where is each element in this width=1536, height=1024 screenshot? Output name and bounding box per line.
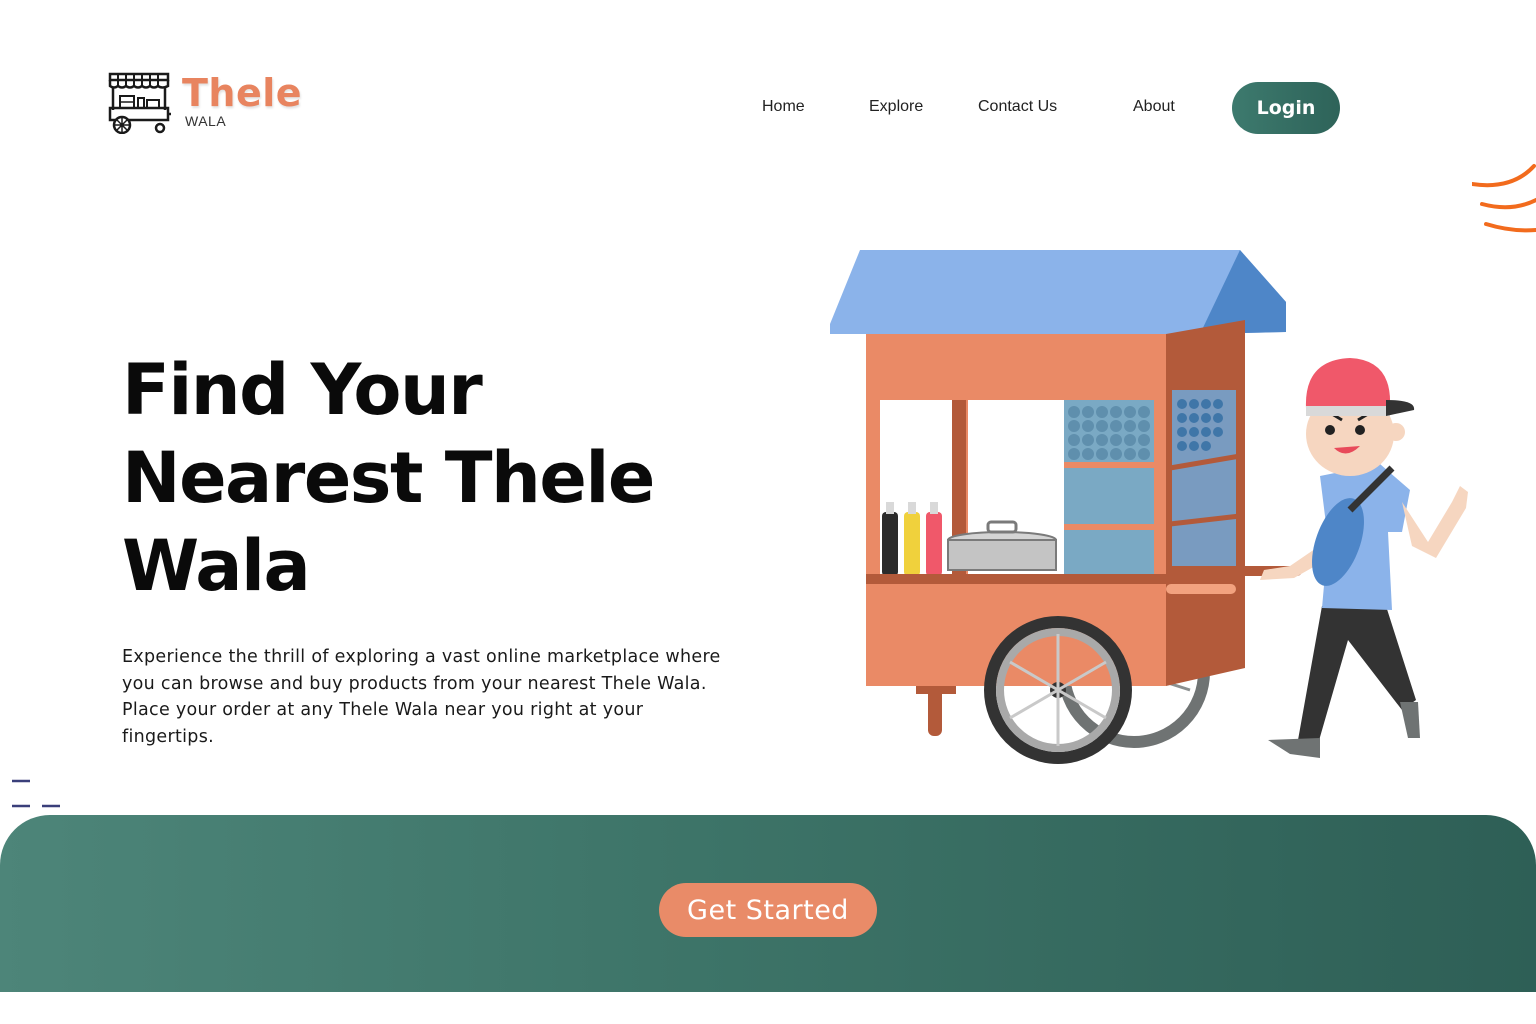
hero-title: Find Your Nearest Thele Wala	[122, 346, 742, 610]
nav-link-contact-us[interactable]: Contact Us	[978, 98, 1057, 116]
decorative-dash-icon	[12, 779, 60, 808]
get-started-button[interactable]: Get Started	[659, 883, 877, 937]
main-nav: Home Explore Contact Us About Login	[0, 82, 1536, 134]
hero-description: Experience the thrill of exploring a vas…	[122, 647, 721, 747]
login-button[interactable]: Login	[1232, 82, 1340, 134]
nav-link-explore[interactable]: Explore	[869, 98, 923, 116]
decorative-swoosh-icon	[1472, 164, 1536, 233]
nav-link-home[interactable]: Home	[762, 98, 805, 116]
hero-title-line-3: Wala	[122, 525, 311, 607]
street-vendor-cart-illustration	[830, 250, 1468, 764]
landing-page: Thele WALA Home Explore Contact Us About…	[0, 0, 1536, 1024]
hero-title-line-2: Nearest Thele	[122, 437, 655, 519]
hero-title-line-1: Find Your	[122, 349, 483, 431]
nav-link-about[interactable]: About	[1133, 98, 1175, 116]
